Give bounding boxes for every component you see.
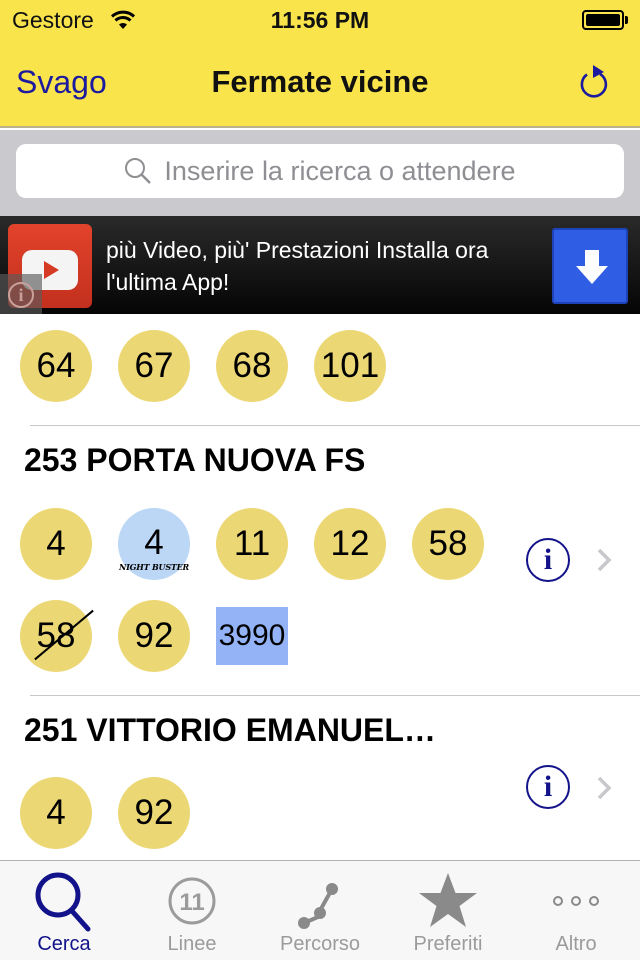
- ad-download-button[interactable]: [552, 228, 628, 304]
- tab-cerca[interactable]: Cerca: [0, 861, 128, 960]
- divider: [30, 695, 640, 696]
- status-bar: Gestore 11:56 PM: [0, 0, 640, 40]
- route-icon: [288, 869, 352, 933]
- search-icon: [125, 158, 152, 184]
- tab-label: Preferiti: [413, 933, 483, 955]
- tab-linee[interactable]: 11 Linee: [128, 861, 256, 960]
- search-bar: Inserire la ricerca o attendere: [0, 130, 640, 216]
- line-badge[interactable]: 67: [118, 330, 190, 402]
- line-badge[interactable]: 12: [314, 508, 386, 580]
- line-badge-suspended[interactable]: 58: [20, 600, 92, 672]
- tab-preferiti[interactable]: Preferiti: [384, 861, 512, 960]
- tab-altro[interactable]: Altro: [512, 861, 640, 960]
- line-badge[interactable]: 68: [216, 330, 288, 402]
- line-badge[interactable]: 101: [314, 330, 386, 402]
- page-title: Fermate vicine: [211, 64, 429, 99]
- line-badge-square[interactable]: 3990: [216, 607, 288, 665]
- info-icon: i: [8, 282, 34, 308]
- ad-banner[interactable]: i più Video, più' Prestazioni Installa o…: [0, 216, 640, 314]
- tab-label: Cerca: [37, 933, 91, 955]
- tab-bar: Cerca 11 Linee Percorso Preferiti Altro: [0, 860, 640, 960]
- divider: [30, 425, 640, 426]
- night-buster-label: NIGHT BUSTER: [119, 562, 189, 572]
- svago-button[interactable]: Svago: [16, 64, 107, 101]
- download-icon: [576, 250, 608, 284]
- line-badge[interactable]: 92: [118, 777, 190, 849]
- ad-text: più Video, più' Prestazioni Installa ora…: [106, 237, 489, 295]
- stop-lines: 64 67 68 101: [20, 330, 412, 402]
- tab-label: Percorso: [279, 933, 361, 955]
- ad-info-button[interactable]: i: [0, 274, 42, 314]
- line-badge[interactable]: 4: [20, 508, 92, 580]
- stop-name: 251 VITTORIO EMANUEL…: [24, 712, 436, 748]
- stop-name: 253 PORTA NUOVA FS: [24, 442, 366, 478]
- search-placeholder: Inserire la ricerca o attendere: [164, 155, 516, 186]
- refresh-icon[interactable]: [578, 62, 612, 100]
- line-badge[interactable]: 64: [20, 330, 92, 402]
- search-input[interactable]: Inserire la ricerca o attendere: [16, 144, 624, 198]
- clock: 11:56 PM: [270, 7, 370, 33]
- line-number-icon: 11: [160, 869, 224, 933]
- line-badge-night[interactable]: 4 NIGHT BUSTER: [118, 508, 190, 580]
- stop-lines: 4 92: [20, 777, 216, 849]
- stop-info-button[interactable]: i: [526, 765, 570, 809]
- stop-lines: 58 92 3990: [20, 600, 314, 672]
- battery-icon: [582, 10, 628, 30]
- star-icon: [416, 869, 480, 933]
- line-badge[interactable]: 92: [118, 600, 190, 672]
- stop-info-button[interactable]: i: [526, 538, 570, 582]
- line-icon-text: 11: [179, 889, 204, 916]
- line-badge[interactable]: 58: [412, 508, 484, 580]
- search-icon: [32, 869, 96, 933]
- line-badge[interactable]: 4: [20, 777, 92, 849]
- tab-label: Altro: [555, 933, 597, 955]
- stop-lines: 4 4 NIGHT BUSTER 11 12 58: [20, 508, 510, 580]
- more-icon: [544, 869, 608, 933]
- stops-list: 64 67 68 101 253 PORTA NUOVA FS 4 4 NIGH…: [0, 314, 640, 860]
- line-badge[interactable]: 11: [216, 508, 288, 580]
- chevron-right-icon[interactable]: [596, 775, 612, 801]
- chevron-right-icon[interactable]: [596, 547, 612, 573]
- tab-label: Linee: [167, 933, 217, 955]
- tab-percorso[interactable]: Percorso: [256, 861, 384, 960]
- header: Gestore 11:56 PM Fermate vicine Svago: [0, 0, 640, 128]
- line-number: 4: [144, 523, 164, 562]
